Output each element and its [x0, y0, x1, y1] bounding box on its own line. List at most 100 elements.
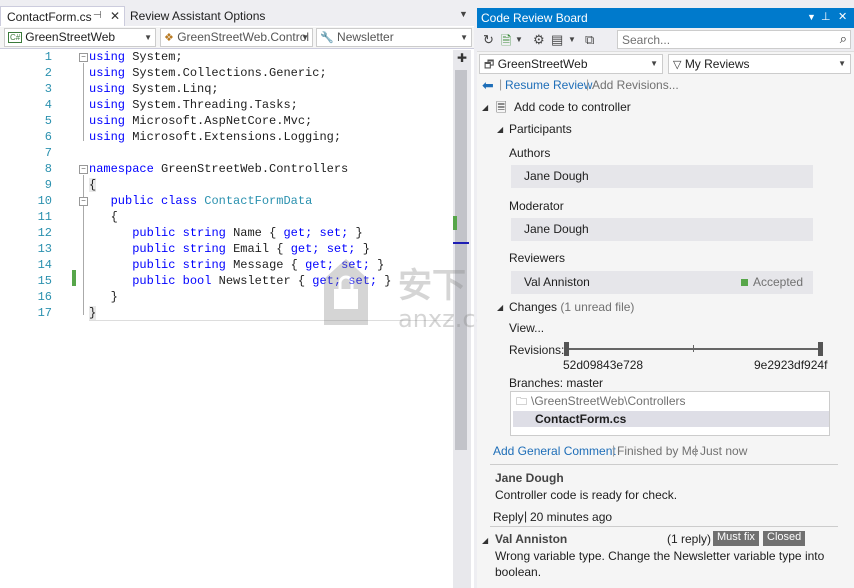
project-icon: 🗗 [484, 59, 495, 71]
refresh-icon[interactable]: ↻ [483, 32, 494, 48]
tab-review-assistant-options[interactable]: Review Assistant Options [130, 9, 265, 23]
revisions-label: Revisions: [509, 343, 565, 357]
revisions-slider-end-handle[interactable] [818, 342, 823, 356]
wrench-icon: 🔧 [320, 32, 334, 44]
revisions-slider-tick [693, 345, 694, 352]
tab-contactform[interactable]: ContactForm.cs ⊣ ✕ [0, 6, 125, 26]
line-number: 10 [37, 194, 52, 208]
search-icon[interactable]: ⌕ [840, 31, 847, 47]
layout-icon[interactable]: ▤ [551, 32, 563, 48]
chevron-down-icon[interactable]: ▼ [515, 35, 523, 44]
line-number: 4 [44, 98, 52, 112]
code-line: using System.Collections.Generic; [89, 66, 327, 80]
close-icon[interactable]: ✕ [838, 10, 847, 23]
authors-label: Authors [509, 146, 551, 160]
separator: | [524, 509, 528, 523]
chevron-down-icon: ▼ [301, 33, 309, 42]
changes-heading: Changes (1 unread file) [509, 300, 635, 314]
caret-marker [453, 242, 469, 244]
document-tab-bar: ContactForm.cs ⊣ ✕ Review Assistant Opti… [0, 0, 474, 26]
chevron-down-icon: ▼ [838, 59, 846, 68]
csharp-project-icon: C# [8, 32, 23, 43]
collapse-triangle-icon[interactable]: ◢ [482, 103, 488, 112]
reviews-filter-combo[interactable]: ▽ My Reviews ▼ [668, 54, 851, 74]
tab-list-dropdown-icon[interactable]: ▼ [459, 9, 468, 19]
new-review-icon[interactable]: 🗎 [501, 32, 511, 54]
separator: | [586, 77, 590, 91]
code-line: { [89, 178, 97, 192]
class-icon: ❖ [164, 32, 174, 44]
comment-text: Wrong variable type. Change the Newslett… [495, 549, 825, 563]
revisions-slider-start-handle[interactable] [564, 342, 569, 356]
collapse-icon[interactable]: − [79, 53, 88, 62]
resume-review-link[interactable]: Resume Review [505, 78, 592, 92]
line-number: 12 [37, 226, 52, 240]
code-line: using System.Threading.Tasks; [89, 98, 298, 112]
collapse-icon[interactable]: − [79, 165, 88, 174]
line-number: 13 [37, 242, 52, 256]
divider [490, 526, 838, 527]
add-general-comment-link[interactable]: Add General Comment [493, 444, 616, 458]
close-icon[interactable]: ✕ [110, 9, 120, 23]
changed-line-marker [72, 270, 76, 286]
collapse-icon[interactable]: − [79, 197, 88, 206]
code-line: using System.Linq; [89, 82, 219, 96]
participants-heading: Participants [509, 122, 572, 136]
code-review-board-pane: Code Review Board ▼ ⊥ ✕ ↻ 🗎 ▼ ⚙ ▤ ▼ ⧉ Se… [477, 8, 854, 588]
project-combo[interactable]: C# GreenStreetWeb ▼ [4, 28, 156, 47]
code-line: using Microsoft.AspNetCore.Mvc; [89, 114, 313, 128]
change-marker [453, 216, 457, 230]
pin-icon[interactable]: ⊥ [821, 10, 831, 23]
view-changes-link[interactable]: View... [509, 321, 544, 335]
revision-from: 52d09843e728 [563, 358, 644, 372]
project-filter-value: GreenStreetWeb [497, 57, 588, 71]
line-number: 17 [37, 306, 52, 320]
windows-icon[interactable]: ⧉ [585, 32, 594, 48]
class-combo-value: GreenStreetWeb.Control [177, 30, 310, 44]
file-row-selected[interactable]: ContactForm.cs [513, 411, 829, 427]
code-line: public class ContactFormData [110, 194, 313, 208]
line-number: 5 [44, 114, 52, 128]
tool-window-titlebar: Code Review Board ▼ ⊥ ✕ [477, 8, 854, 28]
gear-icon[interactable]: ⚙ [533, 32, 545, 48]
review-document-icon: 🗏 [496, 100, 507, 115]
chevron-down-icon: ▼ [650, 59, 658, 68]
svg-text:安下: 安下 [398, 266, 466, 306]
outline-guide [83, 63, 84, 141]
comment-text: boolean. [495, 565, 542, 579]
pin-icon[interactable]: ⊣ [93, 10, 102, 21]
chevron-down-icon[interactable]: ▼ [568, 35, 576, 44]
divider [490, 464, 838, 465]
comment-timestamp: 20 minutes ago [530, 510, 613, 524]
outline-guide [83, 175, 84, 315]
line-number: 15 [37, 274, 52, 288]
code-line: { [110, 210, 118, 224]
svg-text:anxz.com: anxz.com [398, 305, 482, 333]
author-field: Jane Dough [511, 165, 813, 188]
separator: | [499, 77, 503, 91]
must-fix-badge: Must fix [713, 531, 759, 546]
finished-by-me-link[interactable]: Finished by Me [617, 444, 698, 458]
collapse-triangle-icon[interactable]: ◢ [497, 303, 503, 312]
member-combo[interactable]: 🔧 Newsletter ▼ [316, 28, 472, 47]
add-revisions-link[interactable]: Add Revisions... [592, 78, 679, 92]
collapse-triangle-icon[interactable]: ◢ [482, 536, 488, 545]
folder-icon: 🗀 [516, 396, 527, 408]
revisions-slider-track[interactable] [566, 348, 822, 350]
collapse-triangle-icon[interactable]: ◢ [497, 125, 503, 134]
reply-link[interactable]: Reply [493, 510, 524, 524]
review-title: Add code to controller [514, 100, 631, 114]
separator: | [694, 443, 698, 457]
line-number: 14 [37, 258, 52, 272]
chevron-down-icon[interactable]: ▼ [807, 12, 816, 22]
split-window-icon[interactable]: ✚ [453, 50, 471, 68]
project-filter-combo[interactable]: 🗗 GreenStreetWeb ▼ [479, 54, 663, 74]
back-arrow-icon[interactable]: ⬅ [482, 77, 494, 94]
line-number: 9 [44, 178, 52, 192]
review-command-bar: ⬅ | Resume Review | Add Revisions... [477, 75, 854, 95]
line-number: 6 [44, 130, 52, 144]
class-combo[interactable]: ❖ GreenStreetWeb.Control ▼ [160, 28, 313, 47]
code-line: namespace GreenStreetWeb.Controllers [89, 162, 349, 176]
search-input[interactable]: Search... ⌕ [617, 30, 851, 49]
file-name: ContactForm.cs [535, 412, 627, 426]
